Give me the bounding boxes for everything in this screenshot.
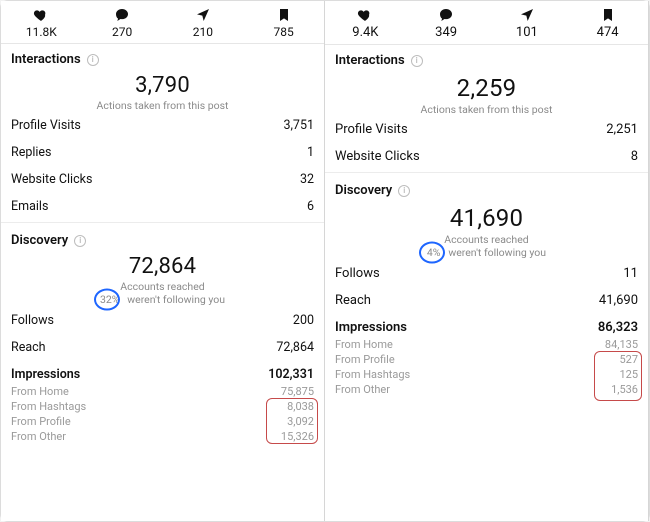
discovery-total: 41,690 Accounts reached 4% weren't follo… xyxy=(325,200,648,260)
share-icon xyxy=(195,7,211,23)
impr-from-hashtags: From Hashtags8,038 xyxy=(1,399,324,414)
impr-from-other: From Other1,536 xyxy=(325,382,648,397)
discovery-label: Discovery xyxy=(11,233,68,248)
comments-metric[interactable]: 349 xyxy=(406,7,487,40)
shares-metric[interactable]: 210 xyxy=(163,7,244,39)
likes-metric[interactable]: 9.4K xyxy=(325,7,406,40)
row-website-clicks: Website Clicks32 xyxy=(1,166,324,193)
impressions-heading: Impressions 102,331 xyxy=(1,361,324,384)
row-profile-visits: Profile Visits2,251 xyxy=(325,116,648,143)
info-icon[interactable]: i xyxy=(398,185,410,197)
insights-body: Interactions i 3,790 Actions taken from … xyxy=(1,44,324,521)
impr-from-home: From Home75,875 xyxy=(1,384,324,399)
impressions-heading: Impressions 86,323 xyxy=(325,314,648,337)
comment-icon xyxy=(438,7,454,23)
info-icon[interactable]: i xyxy=(87,54,99,66)
shares-metric[interactable]: 101 xyxy=(487,7,568,40)
interactions-label: Interactions xyxy=(11,52,81,67)
interactions-heading: Interactions i xyxy=(325,45,648,70)
row-reach: Reach72,864 xyxy=(1,334,324,361)
likes-metric[interactable]: 11.8K xyxy=(1,7,82,39)
insights-panel-right: 9.4K 349 101 474 Interactions i 2,259 Ac… xyxy=(325,1,649,521)
interactions-subtext: Actions taken from this post xyxy=(1,99,324,112)
info-icon[interactable]: i xyxy=(411,55,423,67)
likes-value: 9.4K xyxy=(352,25,378,40)
share-icon xyxy=(519,7,535,23)
interactions-count: 2,259 xyxy=(325,74,648,102)
shares-value: 101 xyxy=(516,25,538,40)
row-replies: Replies1 xyxy=(1,139,324,166)
row-follows: Follows11 xyxy=(325,260,648,287)
saves-value: 785 xyxy=(274,25,294,39)
impressions-label: Impressions xyxy=(335,320,407,335)
discovery-total: 72,864 Accounts reached 32% weren't foll… xyxy=(1,250,324,307)
interactions-count: 3,790 xyxy=(1,73,324,98)
interactions-total: 3,790 Actions taken from this post xyxy=(1,69,324,112)
discovery-subtext: Accounts reached 32% weren't following y… xyxy=(100,280,225,306)
impr-from-profile: From Profile527 xyxy=(325,352,648,367)
interactions-total: 2,259 Actions taken from this post xyxy=(325,70,648,116)
shares-value: 210 xyxy=(193,25,213,39)
impressions-breakdown: From Home84,135 From Profile527 From Has… xyxy=(325,337,648,397)
save-icon xyxy=(600,7,616,23)
comments-value: 270 xyxy=(112,25,132,39)
impressions-label: Impressions xyxy=(11,367,80,382)
impr-from-hashtags: From Hashtags125 xyxy=(325,367,648,382)
impressions-total: 86,323 xyxy=(598,320,638,335)
comments-value: 349 xyxy=(435,25,457,40)
comment-icon xyxy=(114,7,130,23)
discovery-subtext: Accounts reached 4% weren't following yo… xyxy=(427,233,546,259)
discovery-heading: Discovery i xyxy=(1,225,324,250)
likes-value: 11.8K xyxy=(26,25,57,39)
saves-metric[interactable]: 474 xyxy=(567,7,648,40)
impr-from-other: From Other15,326 xyxy=(1,429,324,444)
insights-panel-left: 11.8K 270 210 785 Interactions i 3,790 A… xyxy=(1,1,325,521)
info-icon[interactable]: i xyxy=(74,235,86,247)
discovery-count: 72,864 xyxy=(1,254,324,279)
impr-from-profile: From Profile3,092 xyxy=(1,414,324,429)
discovery-label: Discovery xyxy=(335,183,392,198)
interactions-label: Interactions xyxy=(335,53,405,68)
top-metrics-bar: 9.4K 349 101 474 xyxy=(325,1,648,45)
row-reach: Reach41,690 xyxy=(325,287,648,314)
row-emails: Emails6 xyxy=(1,193,324,220)
interactions-subtext: Actions taken from this post xyxy=(325,103,648,116)
row-website-clicks: Website Clicks8 xyxy=(325,143,648,170)
save-icon xyxy=(276,7,292,23)
impressions-total: 102,331 xyxy=(268,367,314,382)
saves-metric[interactable]: 785 xyxy=(243,7,324,39)
discovery-count: 41,690 xyxy=(325,204,648,232)
insights-body: Interactions i 2,259 Actions taken from … xyxy=(325,45,648,521)
row-profile-visits: Profile Visits3,751 xyxy=(1,112,324,139)
impr-from-home: From Home84,135 xyxy=(325,337,648,352)
comments-metric[interactable]: 270 xyxy=(82,7,163,39)
saves-value: 474 xyxy=(597,25,619,40)
impressions-breakdown: From Home75,875 From Hashtags8,038 From … xyxy=(1,384,324,444)
heart-icon xyxy=(33,7,49,23)
row-follows: Follows200 xyxy=(1,307,324,334)
interactions-heading: Interactions i xyxy=(1,44,324,69)
heart-icon xyxy=(357,7,373,23)
discovery-heading: Discovery i xyxy=(325,175,648,200)
top-metrics-bar: 11.8K 270 210 785 xyxy=(1,1,324,44)
